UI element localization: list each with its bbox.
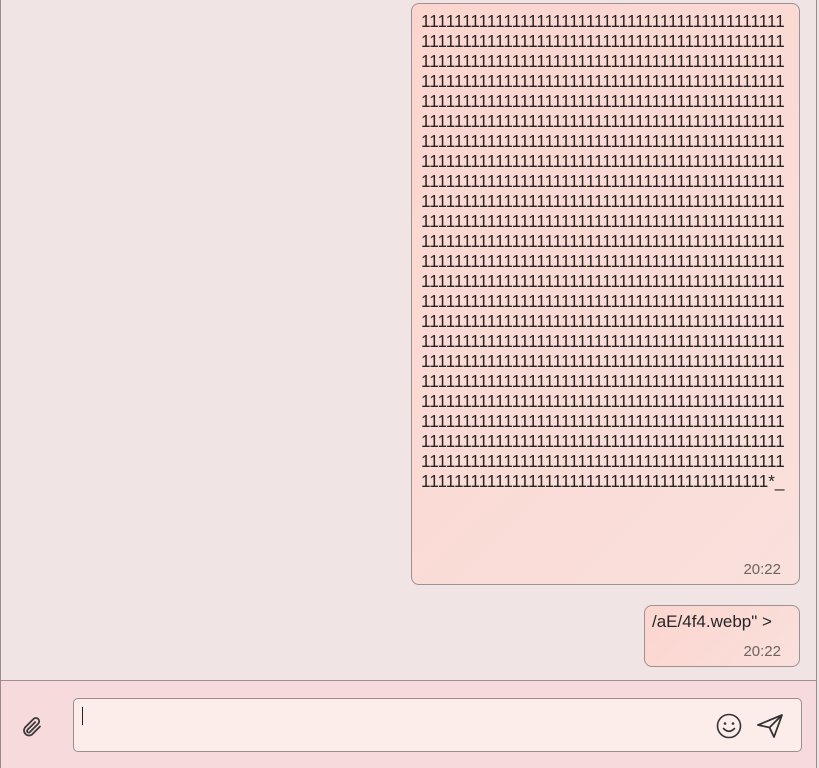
message-list[interactable]: 1111111111111111111111111111111111111111… — [1, 0, 816, 680]
message-bubble[interactable]: /aE/4f4.webp" > 20:22 — [644, 605, 800, 667]
text-caret — [82, 707, 83, 725]
message-input-box[interactable] — [73, 698, 802, 752]
composer-bar — [1, 680, 816, 768]
send-button[interactable] — [755, 712, 785, 740]
smiley-icon — [716, 713, 742, 739]
emoji-button[interactable] — [715, 712, 743, 740]
message-time: 20:22 — [743, 643, 781, 660]
attach-button[interactable] — [19, 714, 45, 740]
chat-window: 1111111111111111111111111111111111111111… — [0, 0, 817, 768]
message-time: 20:22 — [743, 561, 781, 578]
message-text: /aE/4f4.webp" > — [652, 612, 772, 631]
message-text: 1111111111111111111111111111111111111111… — [421, 12, 785, 491]
paper-plane-icon — [757, 714, 783, 738]
paperclip-icon — [23, 717, 41, 737]
message-input[interactable] — [82, 707, 706, 743]
message-bubble[interactable]: 1111111111111111111111111111111111111111… — [411, 3, 800, 585]
